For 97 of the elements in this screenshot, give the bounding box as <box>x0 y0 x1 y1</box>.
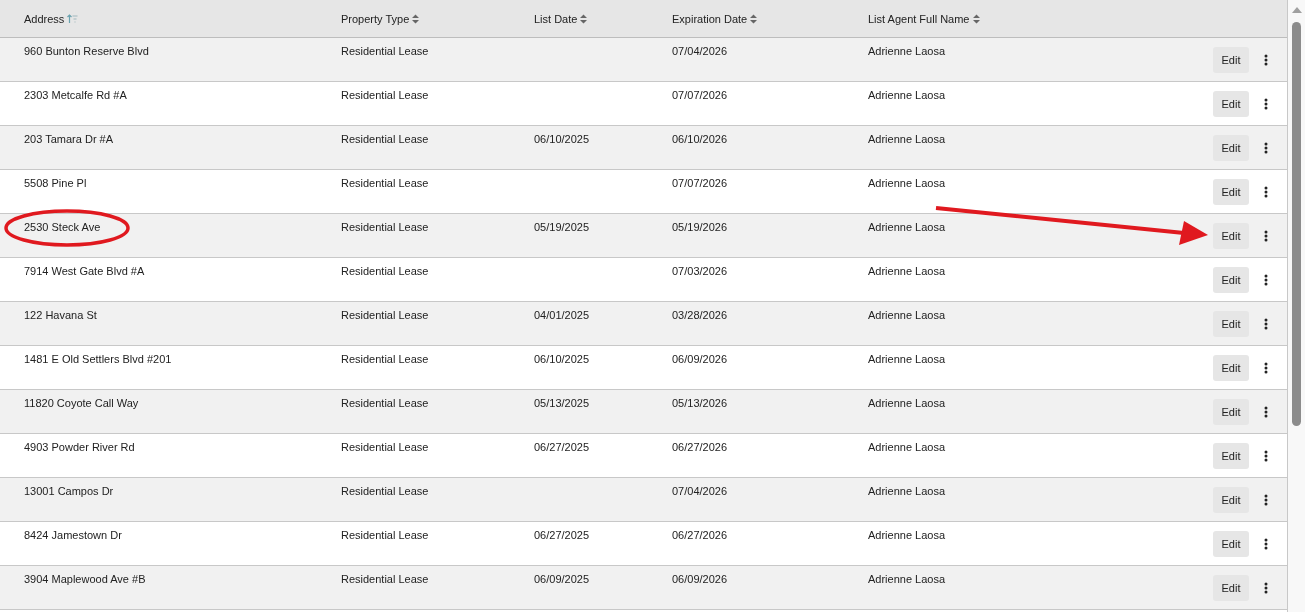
more-options-icon[interactable] <box>1264 405 1268 418</box>
table-cell: 203 Tamara Dr #A <box>24 133 114 145</box>
table-cell: Residential Lease <box>341 529 429 541</box>
table-cell: 05/13/2026 <box>672 397 728 409</box>
table-cell: 05/19/2025 <box>534 221 590 233</box>
more-options-icon[interactable] <box>1264 317 1268 330</box>
edit-button[interactable]: Edit <box>1213 310 1249 337</box>
sort-icon[interactable] <box>412 13 420 24</box>
table-cell: Adrienne Laosa <box>868 309 946 321</box>
column-header[interactable]: List Date <box>534 12 578 25</box>
table-cell: Adrienne Laosa <box>868 441 946 453</box>
edit-button[interactable]: Edit <box>1213 222 1249 249</box>
more-options-icon[interactable] <box>1264 53 1268 66</box>
table-cell: Adrienne Laosa <box>868 573 946 585</box>
table-cell: 1481 E Old Settlers Blvd #201 <box>24 353 172 365</box>
table-cell: Adrienne Laosa <box>868 45 946 57</box>
table-cell: Adrienne Laosa <box>868 177 946 189</box>
table-cell: 2303 Metcalfe Rd #A <box>24 89 127 101</box>
more-options-icon[interactable] <box>1264 273 1268 286</box>
table-cell: Residential Lease <box>341 441 429 453</box>
table-cell: Residential Lease <box>341 573 429 585</box>
table-cell: 06/27/2025 <box>534 441 590 453</box>
table-cell: Adrienne Laosa <box>868 529 946 541</box>
table-cell: Adrienne Laosa <box>868 133 946 145</box>
table-cell: 04/01/2025 <box>534 309 590 321</box>
more-options-icon[interactable] <box>1264 97 1268 110</box>
more-options-icon[interactable] <box>1264 581 1268 594</box>
table-cell: 960 Bunton Reserve Blvd <box>24 45 149 57</box>
table-cell: 11820 Coyote Call Way <box>24 397 139 409</box>
table-cell: 5508 Pine Pl <box>24 177 87 189</box>
column-header[interactable]: List Agent Full Name <box>868 12 970 25</box>
table-cell: 07/07/2026 <box>672 177 728 189</box>
column-header[interactable]: Expiration Date <box>672 12 748 25</box>
scrollbar-thumb[interactable] <box>1292 22 1301 426</box>
table-cell: Residential Lease <box>341 89 429 101</box>
more-options-icon[interactable] <box>1264 141 1268 154</box>
edit-button[interactable]: Edit <box>1213 46 1249 73</box>
more-options-icon[interactable] <box>1264 185 1268 198</box>
table-cell: Residential Lease <box>341 353 429 365</box>
edit-button[interactable]: Edit <box>1213 398 1249 425</box>
table-cell: 122 Havana St <box>24 309 97 321</box>
edit-button[interactable]: Edit <box>1213 354 1249 381</box>
table-cell: Residential Lease <box>341 397 429 409</box>
column-header[interactable]: Property Type <box>341 12 410 25</box>
edit-button[interactable]: Edit <box>1213 178 1249 205</box>
table-cell: 07/03/2026 <box>672 265 728 277</box>
edit-button[interactable]: Edit <box>1213 486 1249 513</box>
edit-button[interactable]: Edit <box>1213 90 1249 117</box>
table-cell: Residential Lease <box>341 133 429 145</box>
table-cell: 03/28/2026 <box>672 309 728 321</box>
table-cell: Adrienne Laosa <box>868 397 946 409</box>
table-cell: 06/09/2026 <box>672 353 728 365</box>
sort-icon[interactable] <box>972 13 980 24</box>
more-options-icon[interactable] <box>1264 361 1268 374</box>
edit-button[interactable]: Edit <box>1213 574 1249 601</box>
scrollbar[interactable] <box>1288 0 1305 612</box>
table-cell: 06/10/2025 <box>534 353 590 365</box>
more-options-icon[interactable] <box>1264 537 1268 550</box>
table-cell: 13001 Campos Dr <box>24 485 114 497</box>
table-cell: 8424 Jamestown Dr <box>24 529 122 541</box>
table-cell: 05/19/2026 <box>672 221 728 233</box>
more-options-icon[interactable] <box>1264 229 1268 242</box>
table-cell: 06/09/2025 <box>534 573 590 585</box>
table-cell: Adrienne Laosa <box>868 221 946 233</box>
table-cell: Residential Lease <box>341 265 429 277</box>
table-cell: 07/07/2026 <box>672 89 728 101</box>
table-cell: 7914 West Gate Blvd #A <box>24 265 145 277</box>
table-cell: 06/27/2026 <box>672 441 728 453</box>
edit-button[interactable]: Edit <box>1213 134 1249 161</box>
table-cell: 07/04/2026 <box>672 45 728 57</box>
table-cell: Adrienne Laosa <box>868 89 946 101</box>
more-options-icon[interactable] <box>1264 449 1268 462</box>
edit-button[interactable]: Edit <box>1213 530 1249 557</box>
table-cell: 4903 Powder River Rd <box>24 441 135 453</box>
table-cell: Adrienne Laosa <box>868 353 946 365</box>
table-cell: Residential Lease <box>341 177 429 189</box>
table-cell: 06/27/2025 <box>534 529 590 541</box>
table-cell: 07/04/2026 <box>672 485 728 497</box>
table-cell: Residential Lease <box>341 309 429 321</box>
sort-icon[interactable] <box>750 13 758 24</box>
table-cell: 06/10/2026 <box>672 133 728 145</box>
table-cell: Residential Lease <box>341 45 429 57</box>
table-cell: Residential Lease <box>341 485 429 497</box>
column-header[interactable]: Address <box>24 12 65 25</box>
table-cell: 06/27/2026 <box>672 529 728 541</box>
table-cell: Adrienne Laosa <box>868 485 946 497</box>
table-cell: 06/09/2026 <box>672 573 728 585</box>
more-options-icon[interactable] <box>1264 493 1268 506</box>
table-cell: 06/10/2025 <box>534 133 590 145</box>
table-cell: Adrienne Laosa <box>868 265 946 277</box>
sort-icon[interactable] <box>580 13 588 24</box>
edit-button[interactable]: Edit <box>1213 266 1249 293</box>
edit-button[interactable]: Edit <box>1213 442 1249 469</box>
table-cell: 2530 Steck Ave <box>24 221 101 233</box>
table-cell: 05/13/2025 <box>534 397 590 409</box>
table-cell: Residential Lease <box>341 221 429 233</box>
table-cell: 3904 Maplewood Ave #B <box>24 573 146 585</box>
